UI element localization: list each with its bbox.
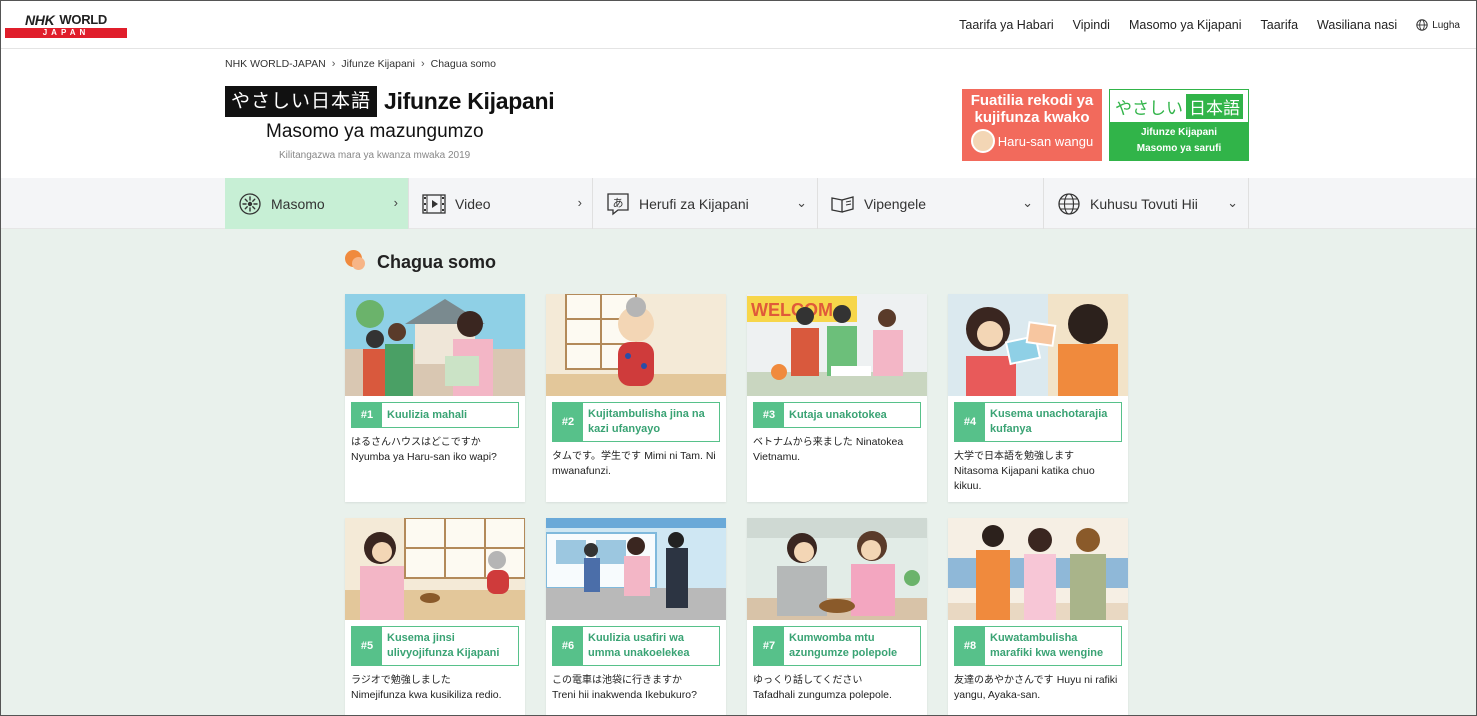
orange-dots-icon (345, 250, 369, 274)
lesson-phrase: 大学で日本語を勉強します Nitasoma Kijapani katika ch… (954, 451, 1095, 492)
svg-text:あ: あ (613, 196, 624, 209)
lesson-phrase: ゆっくり話してください Tafadhali zungumza polepole. (753, 675, 892, 701)
lesson-card-5[interactable]: #5 Kusema jinsi ulivyojifunza Kijapani ラ… (345, 518, 525, 716)
kana-icon: あ (605, 191, 631, 217)
breadcrumb-item-learn[interactable]: Jifunze Kijapani (341, 58, 415, 70)
section-heading-text: Chagua somo (377, 251, 497, 272)
lesson-phrase: この電車は池袋に行きますか Treni hii inakwenda Ikebuk… (552, 675, 697, 701)
tab-about-site[interactable]: Kuhusu Tovuti Hii ⌄ (1044, 178, 1249, 229)
section-navigation: Masomo › Video › あ Herufi za Kijapani ⌄ … (0, 178, 1477, 229)
lesson-card-2[interactable]: #2 Kujitambulisha jina na kazi ufanyayo … (546, 294, 726, 502)
chevron-right-icon: › (420, 58, 425, 70)
nav-link-contact[interactable]: Wasiliana nasi (1317, 18, 1397, 32)
chevron-down-icon: ⌄ (1227, 195, 1238, 210)
first-aired-note: Kilitangazwa mara ya kwanza mwaka 2019 (279, 150, 471, 161)
lesson-phrase: ベトナムから来ました Ninatokea Vietnamu. (753, 436, 904, 463)
language-label: Lugha (1432, 19, 1460, 31)
lesson-title: Kujitambulisha jina na kazi ufanyayo (588, 408, 705, 435)
tab-features[interactable]: Vipengele ⌄ (818, 178, 1044, 229)
chevron-down-icon: ⌄ (796, 195, 807, 210)
lesson-illustration (546, 518, 726, 620)
lesson-number: #2 (553, 403, 583, 441)
language-selector[interactable]: Lugha (1416, 19, 1460, 31)
lesson-illustration (345, 518, 525, 620)
globe-icon (1056, 191, 1082, 217)
lesson-card-6[interactable]: #6 Kuulizia usafiri wa umma unakoelekea … (546, 518, 726, 716)
haru-san-avatar-icon (970, 129, 995, 153)
lesson-number: #5 (352, 627, 382, 665)
lesson-number: #3 (754, 403, 784, 427)
lesson-number: #8 (955, 627, 985, 665)
lesson-card-7[interactable]: #7 Kumwomba mtu azungumze polepole ゆっくり話… (747, 518, 927, 716)
lesson-phrase: 友達のあやかさんです Huyu ni rafiki yangu, Ayaka-s… (954, 674, 1118, 701)
lesson-illustration (747, 518, 927, 620)
flower-icon (237, 191, 263, 217)
breadcrumb-item-current: Chagua somo (430, 58, 496, 70)
lesson-title: Kumwomba mtu azungumze polepole (789, 632, 898, 659)
nhk-world-japan-logo[interactable]: NHK WORLD JAPAN (5, 11, 127, 39)
lesson-list-section: Chagua somo #1 Kuulizia mahali はるさんハウスはど… (0, 229, 1477, 716)
nav-link-programs[interactable]: Vipindi (1073, 18, 1110, 32)
breadcrumb-item-home[interactable]: NHK WORLD-JAPAN (225, 58, 326, 70)
lesson-number: #6 (553, 627, 583, 665)
lesson-title: Kuwatambulisha marafiki kwa wengine (990, 632, 1104, 659)
lesson-illustration (948, 294, 1128, 396)
section-heading: Chagua somo (345, 250, 496, 274)
lesson-title: Kuulizia mahali (387, 408, 468, 421)
tab-japanese-characters[interactable]: あ Herufi za Kijapani ⌄ (593, 178, 818, 229)
lesson-illustration (948, 518, 1128, 620)
yasashii-nihongo-badge: やさしい日本語 (225, 86, 378, 117)
chevron-right-icon: › (331, 58, 336, 70)
film-icon (421, 191, 447, 217)
lesson-card-1[interactable]: #1 Kuulizia mahali はるさんハウスはどこですか Nyumba … (345, 294, 525, 502)
lesson-illustration: WELCOM (747, 294, 927, 396)
lesson-title: Kuulizia usafiri wa umma unakoelekea (588, 632, 690, 659)
tab-lessons[interactable]: Masomo › (225, 178, 409, 229)
lesson-phrase: タムです。学生です Mimi ni Tam. Ni mwanafunzi. (552, 450, 716, 477)
top-navigation-bar: NHK WORLD JAPAN Taarifa ya Habari Vipindi… (1, 1, 1476, 49)
lesson-illustration (345, 294, 525, 396)
lesson-card-8[interactable]: #8 Kuwatambulisha marafiki kwa wengine 友… (948, 518, 1128, 716)
svg-text:WELCOM: WELCOM (751, 300, 833, 320)
top-nav-links: Taarifa ya Habari Vipindi Masomo ya Kija… (959, 1, 1460, 49)
lesson-illustration (546, 294, 726, 396)
lesson-card-3[interactable]: WELCOM #3 Kutaja unakotokea ベトナムから来ました N… (747, 294, 927, 502)
page-subtitle: Masomo ya mazungumzo (266, 121, 484, 142)
lesson-title: Kusema unachotarajia kufanya (990, 408, 1108, 435)
lesson-title: Kusema jinsi ulivyojifunza Kijapani (387, 632, 500, 659)
chevron-down-icon: ⌄ (1022, 195, 1033, 210)
breadcrumb: NHK WORLD-JAPAN › Jifunze Kijapani › Cha… (225, 58, 496, 70)
lesson-number: #1 (352, 403, 382, 427)
page-title-text: Jifunze Kijapani (384, 88, 555, 114)
globe-icon (1416, 19, 1428, 31)
page-title: やさしい日本語 Jifunze Kijapani (225, 86, 555, 117)
nav-link-news[interactable]: Taarifa ya Habari (959, 18, 1054, 32)
lesson-card-4[interactable]: #4 Kusema unachotarajia kufanya 大学で日本語を勉… (948, 294, 1128, 502)
lesson-number: #7 (754, 627, 784, 665)
chevron-right-icon: › (577, 195, 582, 210)
nav-link-learn-japanese[interactable]: Masomo ya Kijapani (1129, 18, 1242, 32)
lesson-phrase: はるさんハウスはどこですか Nyumba ya Haru-san iko wap… (351, 437, 497, 463)
learning-record-banner[interactable]: Fuatilia rekodi ya kujifunza kwako Haru-… (962, 89, 1102, 161)
lesson-number: #4 (955, 403, 985, 441)
chevron-right-icon: › (393, 195, 398, 210)
lesson-card-grid: #1 Kuulizia mahali はるさんハウスはどこですか Nyumba … (345, 294, 1128, 716)
grammar-lessons-banner[interactable]: やさしい 日本語 Jifunze Kijapani Masomo ya saruf… (1109, 89, 1249, 161)
lesson-title: Kutaja unakotokea (789, 408, 887, 421)
tab-video[interactable]: Video › (409, 178, 593, 229)
book-icon (830, 191, 856, 217)
nav-link-info[interactable]: Taarifa (1261, 18, 1299, 32)
lesson-phrase: ラジオで勉強しました Nimejifunza kwa kusikiliza re… (351, 675, 502, 701)
